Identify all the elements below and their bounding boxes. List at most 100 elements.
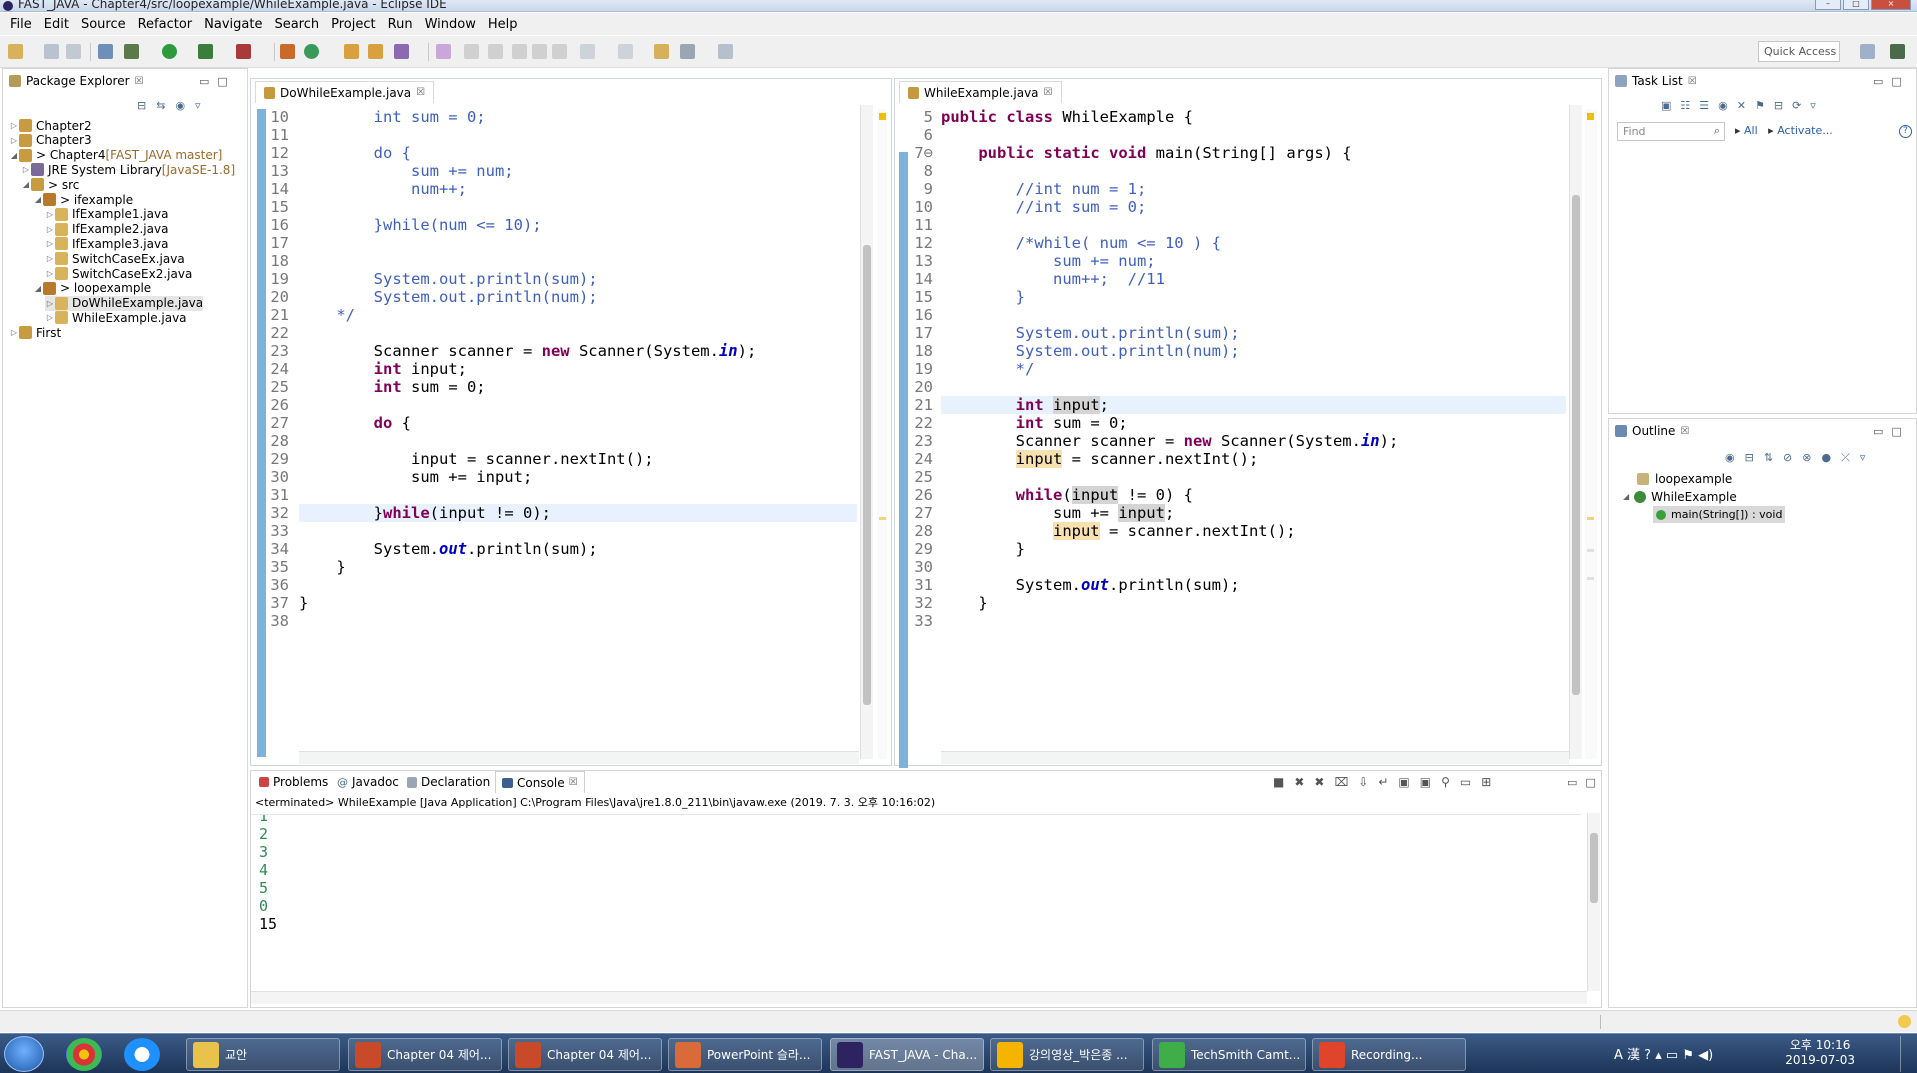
tab-console[interactable]: Console ☒: [495, 771, 585, 793]
terminate-icon[interactable]: ■: [1273, 775, 1284, 789]
show-on-stdout-icon[interactable]: ▣: [1398, 775, 1409, 789]
editor-hscrollbar[interactable]: [941, 751, 1569, 764]
word-wrap-icon[interactable]: ↵: [1378, 775, 1388, 789]
activate-link[interactable]: Activate...: [1777, 124, 1833, 137]
menu-run[interactable]: Run: [382, 17, 419, 32]
menu-search[interactable]: Search: [268, 17, 325, 32]
close-icon[interactable]: ☒: [569, 777, 578, 788]
new-java-project-icon[interactable]: [280, 44, 295, 59]
tray-arrow-icon[interactable]: ▴: [1655, 1048, 1662, 1063]
expand-arrow-icon[interactable]: ◢: [1623, 492, 1629, 501]
expand-arrow-icon[interactable]: ▷: [45, 299, 55, 308]
task-find-input[interactable]: Find ⌕: [1617, 122, 1725, 141]
display-console-icon[interactable]: ▭: [1460, 775, 1471, 789]
open-type-icon[interactable]: [344, 44, 359, 59]
maximize-icon[interactable]: □: [1891, 425, 1901, 438]
tree-item[interactable]: ▷ First: [9, 325, 61, 340]
all-link[interactable]: All: [1744, 124, 1758, 137]
new-class-icon[interactable]: [304, 44, 319, 59]
outline-tab[interactable]: Outline ☒: [1609, 419, 1697, 443]
expand-arrow-icon[interactable]: ▷: [45, 225, 55, 234]
mark-occurrences-icon[interactable]: [436, 44, 451, 59]
menu-navigate[interactable]: Navigate: [198, 17, 268, 32]
new-icon[interactable]: [8, 44, 23, 59]
code-area[interactable]: public class WhileExample { public stati…: [941, 108, 1566, 630]
tray-help-icon[interactable]: ?: [1644, 1048, 1651, 1063]
expand-arrow-icon[interactable]: ◢: [9, 151, 19, 160]
editor-tab-dowhile[interactable]: DoWhileExample.java ☒: [255, 81, 435, 103]
tree-item[interactable]: ◢ > Chapter4 [FAST_JAVA master]: [9, 148, 222, 163]
focus-active-task-icon[interactable]: ◉: [1725, 451, 1735, 465]
back-icon[interactable]: [680, 44, 695, 59]
network-icon[interactable]: ▭: [1666, 1048, 1678, 1063]
debug-icon[interactable]: [124, 44, 139, 59]
console-output[interactable]: 1 2 3 4 5 0 15: [251, 814, 1581, 990]
tree-item[interactable]: ▷ JRE System Library [JavaSE-1.8]: [21, 162, 235, 177]
tab-javadoc[interactable]: @ Javadoc: [331, 771, 405, 793]
taskbar-item[interactable]: PowerPoint 슬라...: [668, 1038, 822, 1071]
expand-arrow-icon[interactable]: ▷: [9, 121, 19, 130]
menu-window[interactable]: Window: [419, 17, 482, 32]
window-title-bar[interactable]: FAST_JAVA - Chapter4/src/loopexample/Whi…: [0, 0, 1917, 12]
outline-item-class[interactable]: ◢ WhileExample: [1623, 489, 1737, 504]
maximize-icon[interactable]: □: [1891, 75, 1901, 88]
search-icon[interactable]: [394, 44, 409, 59]
categorized-icon[interactable]: ☷: [1680, 99, 1690, 112]
close-icon[interactable]: ☒: [1680, 426, 1689, 437]
console-scrollbar[interactable]: [1587, 813, 1600, 991]
editor-hscrollbar[interactable]: [299, 751, 859, 764]
close-button[interactable]: ×: [1871, 0, 1911, 10]
run-icon[interactable]: [162, 44, 177, 59]
scheduled-icon[interactable]: ☰: [1699, 99, 1709, 112]
hide-static-icon[interactable]: ⊗: [1802, 451, 1811, 465]
tree-item[interactable]: ◢ > src: [21, 177, 79, 192]
expand-arrow-icon[interactable]: ▷: [45, 254, 55, 263]
menu-refactor[interactable]: Refactor: [132, 17, 199, 32]
expand-arrow-icon[interactable]: ▷: [45, 269, 55, 278]
coverage-icon[interactable]: [198, 44, 213, 59]
minimize-icon[interactable]: ▭: [199, 75, 209, 88]
tree-item[interactable]: ▷ IfExample2.java: [45, 222, 169, 237]
minimize-button[interactable]: –: [1815, 0, 1841, 10]
annotation-next-icon[interactable]: [464, 44, 479, 59]
annotation-prev-icon[interactable]: [488, 44, 503, 59]
editor-tab-while[interactable]: WhileExample.java ☒: [899, 81, 1062, 103]
expand-arrow-icon[interactable]: ◢: [33, 284, 43, 293]
expand-arrow-icon[interactable]: ▷: [45, 210, 55, 219]
expand-arrow-icon[interactable]: ▷: [9, 328, 19, 337]
clear-console-icon[interactable]: ⌧: [1334, 775, 1348, 789]
expand-arrow-icon[interactable]: ▷: [9, 136, 19, 145]
save-icon[interactable]: [44, 44, 59, 59]
expand-arrow-icon[interactable]: ▷: [45, 239, 55, 248]
outline-item-main[interactable]: main(String[]) : void: [1653, 506, 1786, 523]
tab-declaration[interactable]: Declaration: [401, 771, 496, 793]
whitespace-icon[interactable]: [532, 44, 547, 59]
menu-file[interactable]: File: [4, 17, 38, 32]
tree-item[interactable]: ◢ > ifexample: [33, 192, 133, 207]
close-icon[interactable]: ☒: [416, 87, 425, 98]
maximize-icon[interactable]: □: [217, 75, 227, 88]
editor-scrollbar[interactable]: [1569, 105, 1582, 759]
editor-scrollbar[interactable]: [860, 105, 873, 759]
tree-item[interactable]: ◢ > loopexample: [33, 281, 151, 296]
link-editor-icon[interactable]: ⇆: [156, 99, 165, 112]
chrome-icon[interactable]: [66, 1038, 102, 1071]
collapse-icon[interactable]: ⊟: [1774, 99, 1783, 112]
maximize-icon[interactable]: □: [1585, 776, 1595, 789]
taskbar-item[interactable]: 교안: [186, 1038, 340, 1071]
filter-icon[interactable]: ◉: [1718, 99, 1728, 112]
taskbar-item[interactable]: FAST_JAVA - Cha...: [830, 1038, 984, 1071]
focus-icon[interactable]: ⚑: [1755, 99, 1765, 112]
tree-item[interactable]: ▷ Chapter3: [9, 133, 92, 148]
flag-icon[interactable]: ⚑: [1682, 1048, 1694, 1063]
tree-item[interactable]: ▷ SwitchCaseEx2.java: [45, 266, 192, 281]
next-annotation-icon[interactable]: [580, 44, 595, 59]
menu-edit[interactable]: Edit: [38, 17, 75, 32]
view-menu-icon[interactable]: ▿: [195, 99, 201, 112]
java-perspective-icon[interactable]: [1890, 44, 1905, 59]
open-perspective-icon[interactable]: [1860, 44, 1875, 59]
hide-completed-icon[interactable]: ✕: [1737, 99, 1746, 112]
hide-nonpublic-icon[interactable]: ●: [1821, 451, 1831, 465]
console-hscrollbar[interactable]: [251, 991, 1587, 1004]
minimize-icon[interactable]: ▭: [1873, 425, 1883, 438]
